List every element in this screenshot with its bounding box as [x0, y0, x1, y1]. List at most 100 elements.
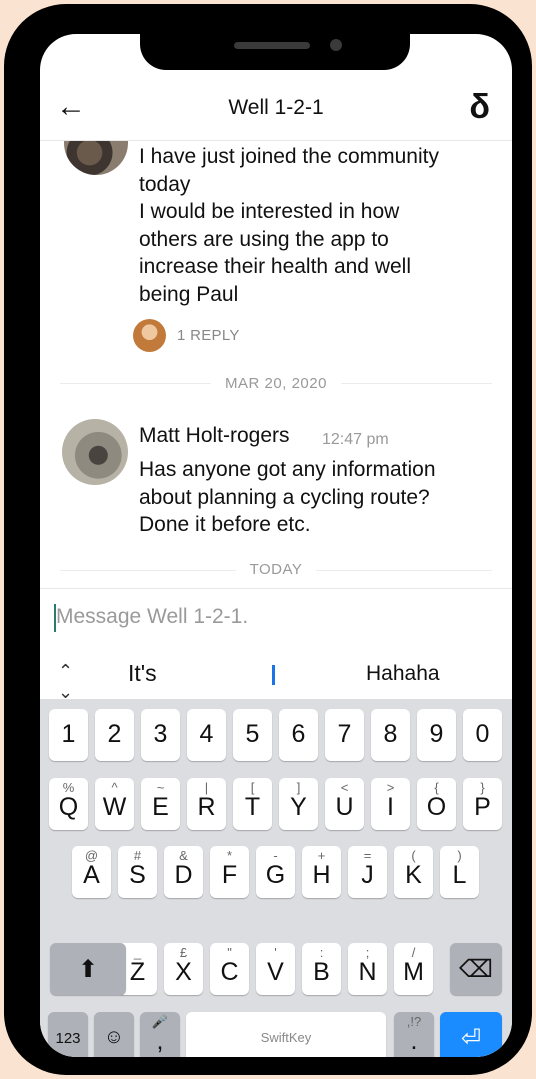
- key-4[interactable]: 4: [187, 709, 226, 761]
- backspace-icon[interactable]: ⌫: [450, 943, 502, 995]
- chat-header: ← Well 1-2-1 δ: [40, 84, 512, 141]
- key-label: K: [405, 861, 422, 889]
- key-label: O: [426, 793, 447, 821]
- key-7[interactable]: 7: [325, 709, 364, 761]
- key-label: C: [220, 958, 239, 986]
- key-m[interactable]: / M: [394, 943, 433, 995]
- key-label: 1: [61, 720, 76, 748]
- key-label: M: [403, 958, 424, 986]
- key-g[interactable]: -G: [256, 846, 295, 898]
- space-key[interactable]: SwiftKey: [186, 1012, 386, 1057]
- key-label: V: [267, 958, 284, 986]
- page-title: Well 1-2-1: [228, 96, 324, 119]
- key-6[interactable]: 6: [279, 709, 318, 761]
- key-label: L: [452, 861, 467, 889]
- key-label: E: [152, 793, 169, 821]
- key-label: A: [83, 861, 100, 889]
- message-text: Has anyone got any information about pla…: [139, 458, 436, 536]
- front-camera: [330, 39, 342, 51]
- key-k[interactable]: (K: [394, 846, 433, 898]
- suggestion-right[interactable]: Hahaha: [366, 662, 440, 686]
- brand-logo-icon[interactable]: δ: [469, 88, 490, 127]
- key-t[interactable]: [T: [233, 778, 272, 830]
- shift-key[interactable]: ⬆: [50, 943, 126, 995]
- key-q[interactable]: % Q: [49, 778, 88, 830]
- key-label: U: [335, 793, 354, 821]
- key-label: 4: [199, 720, 214, 748]
- key-l[interactable]: ) L: [440, 846, 479, 898]
- key-label: S: [129, 861, 146, 889]
- key-label: N: [358, 958, 377, 986]
- key-p[interactable]: } P: [463, 778, 502, 830]
- key-o[interactable]: {O: [417, 778, 456, 830]
- message-feed[interactable]: I have just joined the community today I…: [40, 141, 512, 588]
- key-label: F: [221, 861, 238, 889]
- comma-key[interactable]: 🎤,: [140, 1012, 180, 1057]
- key-label: T: [244, 793, 261, 821]
- date-divider: MAR 20, 2020: [40, 375, 512, 392]
- key-a[interactable]: @ A: [72, 846, 111, 898]
- message-input[interactable]: [56, 599, 496, 635]
- key-n[interactable]: ; N: [348, 943, 387, 995]
- enter-icon[interactable]: ⏎: [440, 1012, 502, 1057]
- suggestion-cursor: [272, 665, 275, 685]
- key-f[interactable]: * F: [210, 846, 249, 898]
- key-3[interactable]: 3: [141, 709, 180, 761]
- key-y[interactable]: ] Y: [279, 778, 318, 830]
- key-label: R: [197, 793, 216, 821]
- key-h[interactable]: + H: [302, 846, 341, 898]
- key-label: 0: [475, 720, 490, 748]
- period-key[interactable]: ,!?.: [394, 1012, 434, 1057]
- reply-count-link[interactable]: 1 REPLY: [177, 327, 240, 344]
- keyboard: 1234567890 % Q ^ W ~ E | R[T] Y < U > I{O} P @ A # S & D * F…: [40, 699, 512, 1057]
- key-label: B: [313, 958, 330, 986]
- app-screen: ← Well 1-2-1 δ I have just joined the co…: [40, 34, 512, 1057]
- suggestion-left[interactable]: It's: [128, 660, 157, 687]
- phone-notch: [140, 34, 410, 70]
- key-e[interactable]: ~ E: [141, 778, 180, 830]
- key-r[interactable]: | R: [187, 778, 226, 830]
- key-8[interactable]: 8: [371, 709, 410, 761]
- key-9[interactable]: 9: [417, 709, 456, 761]
- speaker-grille: [234, 42, 310, 49]
- key-1[interactable]: 1: [49, 709, 88, 761]
- reply-avatar[interactable]: [133, 319, 166, 352]
- message-text: I have just joined the community today I…: [139, 145, 439, 306]
- key-v[interactable]: ' V: [256, 943, 295, 995]
- key-d[interactable]: & D: [164, 846, 203, 898]
- message-author[interactable]: Matt Holt-rogers: [139, 424, 290, 448]
- today-divider: TODAY: [40, 561, 512, 578]
- key-label: 3: [153, 720, 168, 748]
- key-label: 2: [107, 720, 122, 748]
- key-label: 6: [291, 720, 306, 748]
- numbers-key[interactable]: 123: [48, 1012, 88, 1057]
- key-w[interactable]: ^ W: [95, 778, 134, 830]
- key-i[interactable]: > I: [371, 778, 410, 830]
- avatar[interactable]: [62, 419, 128, 485]
- key-s[interactable]: # S: [118, 846, 157, 898]
- key-label: Y: [290, 793, 307, 821]
- key-0[interactable]: 0: [463, 709, 502, 761]
- key-label: 9: [429, 720, 444, 748]
- key-5[interactable]: 5: [233, 709, 272, 761]
- emoji-icon[interactable]: ☺: [94, 1012, 134, 1057]
- key-label: 5: [245, 720, 260, 748]
- key-u[interactable]: < U: [325, 778, 364, 830]
- key-label: J: [361, 861, 374, 889]
- phone-frame: ← Well 1-2-1 δ I have just joined the co…: [4, 4, 532, 1075]
- key-label: D: [174, 861, 193, 889]
- key-x[interactable]: £ X: [164, 943, 203, 995]
- key-label: W: [102, 793, 127, 821]
- message-composer: [40, 588, 512, 648]
- key-label: 7: [337, 720, 352, 748]
- key-2[interactable]: 2: [95, 709, 134, 761]
- key-label: X: [175, 958, 192, 986]
- key-j[interactable]: = J: [348, 846, 387, 898]
- key-label: 8: [383, 720, 398, 748]
- avatar[interactable]: [64, 141, 128, 175]
- key-b[interactable]: :B: [302, 943, 341, 995]
- suggestion-bar: ⌃ ⌄ It's Hahaha: [40, 647, 512, 702]
- expand-toolbar-icon[interactable]: ⌃ ⌄: [58, 661, 73, 703]
- message-time: 12:47 pm: [322, 431, 389, 448]
- key-c[interactable]: " C: [210, 943, 249, 995]
